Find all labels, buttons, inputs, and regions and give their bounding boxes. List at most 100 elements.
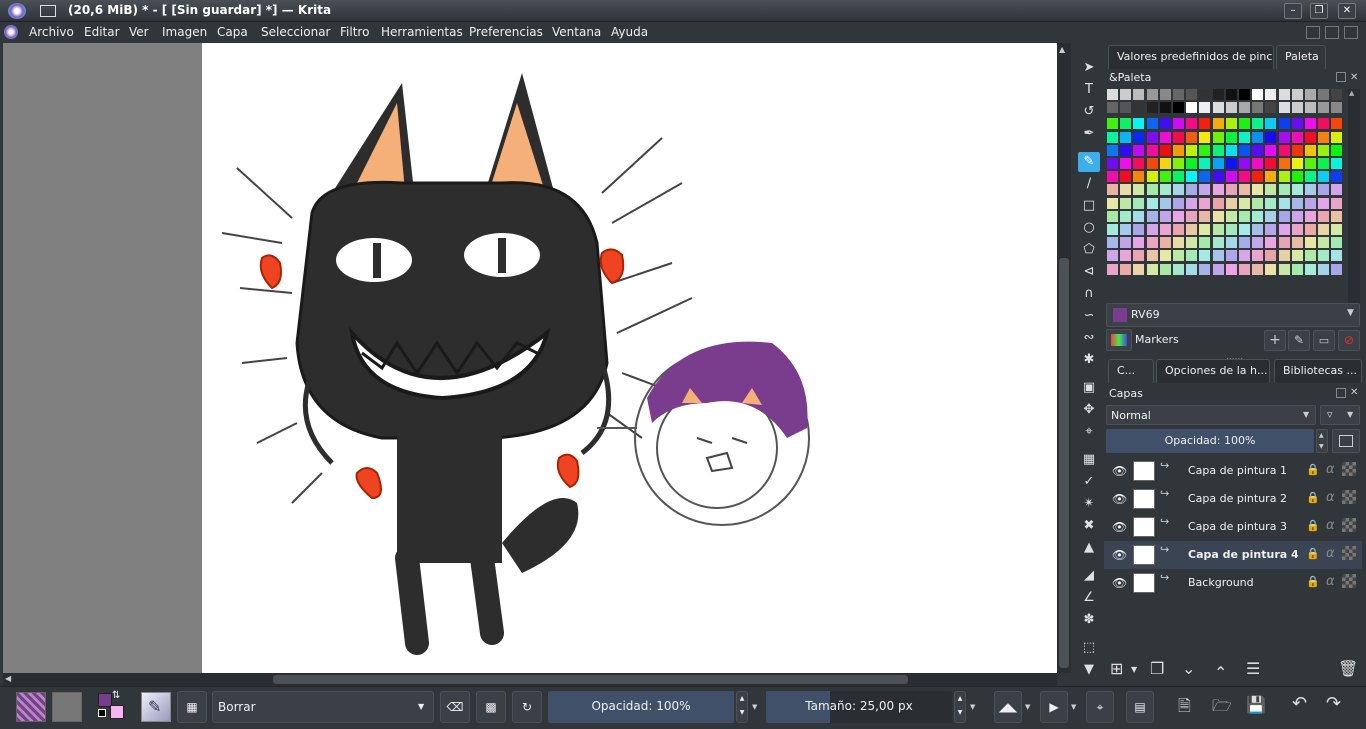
palette-swatch[interactable] — [1212, 171, 1224, 183]
palette-swatch[interactable] — [1305, 184, 1316, 196]
tab-libraries[interactable]: Bibliotecas ... — [1274, 359, 1362, 383]
palette-swatch[interactable] — [1212, 144, 1224, 156]
palette-swatch[interactable] — [1133, 158, 1145, 169]
palette-swatch[interactable] — [1107, 184, 1118, 196]
palette-swatch[interactable] — [1318, 237, 1330, 249]
palette-swatch[interactable] — [1225, 197, 1237, 209]
palette-swatch[interactable] — [1305, 102, 1316, 114]
palette-swatch[interactable] — [1239, 263, 1250, 275]
palette-swatch[interactable] — [1186, 131, 1198, 143]
palette-swatch[interactable] — [1173, 144, 1184, 156]
menu-capa[interactable]: Capa — [217, 25, 248, 39]
palette-swatch[interactable] — [1331, 263, 1343, 275]
palette-swatch[interactable] — [1252, 197, 1264, 209]
workspace-button[interactable]: ▤ — [1126, 691, 1154, 723]
palette-swatch[interactable] — [1173, 263, 1184, 275]
palette-swatch[interactable] — [1265, 237, 1277, 249]
visibility-eye-icon[interactable]: 👁 — [1112, 492, 1127, 506]
palette-swatch[interactable] — [1120, 158, 1132, 169]
add-swatch-button[interactable]: + — [1264, 330, 1286, 351]
palette-swatch[interactable] — [1318, 158, 1330, 169]
palette-swatch[interactable] — [1239, 102, 1250, 114]
palette-swatch[interactable] — [1239, 118, 1250, 130]
palette-swatch[interactable] — [1159, 89, 1171, 100]
delete-layer-icon[interactable]: 🗑 — [1338, 659, 1358, 678]
undo-icon[interactable]: ↶ — [1292, 693, 1307, 714]
scroll-left-arrow-icon[interactable]: ◀ — [5, 674, 11, 683]
palette-swatch[interactable] — [1186, 118, 1198, 130]
palette-swatch[interactable] — [1159, 263, 1171, 275]
palette-swatch[interactable] — [1278, 263, 1290, 275]
palette-swatch[interactable] — [1225, 118, 1237, 130]
inherit-alpha-icon[interactable] — [1342, 546, 1356, 560]
palette-swatch[interactable] — [1120, 131, 1132, 143]
palette-scrollbar[interactable]: ▲ — [1348, 89, 1360, 303]
palette-swatch[interactable] — [1318, 263, 1330, 275]
palette-swatch[interactable] — [1252, 171, 1264, 183]
brush-size-menu-icon[interactable]: ▼ — [970, 703, 975, 711]
palette-swatch[interactable] — [1107, 102, 1118, 114]
horizontal-scrollbar[interactable]: ◀ — [3, 673, 1057, 686]
palette-swatch[interactable] — [1265, 118, 1277, 130]
menu-preferencias[interactable]: Preferencias — [469, 25, 543, 39]
palette-swatch[interactable] — [1225, 102, 1237, 114]
palette-swatch[interactable] — [1318, 131, 1330, 143]
palette-swatch[interactable] — [1265, 89, 1277, 100]
palette-swatch[interactable] — [1291, 263, 1303, 275]
mirror-horizontal-button[interactable]: ◢◣ — [994, 691, 1022, 723]
palette-swatch[interactable] — [1278, 118, 1290, 130]
palette-swatch[interactable] — [1146, 184, 1158, 196]
palette-swatch[interactable] — [1212, 237, 1224, 249]
visibility-eye-icon[interactable]: 👁 — [1112, 576, 1127, 590]
palette-swatch[interactable] — [1186, 158, 1198, 169]
lock-icon[interactable]: 🔒 — [1306, 575, 1320, 588]
palette-swatch[interactable] — [1173, 89, 1184, 100]
preserve-alpha-button[interactable]: ▩ — [476, 691, 506, 723]
palette-swatch[interactable] — [1159, 102, 1171, 114]
palette-swatch[interactable] — [1133, 171, 1145, 183]
palette-swatch[interactable] — [1239, 184, 1250, 196]
palette-swatch[interactable] — [1173, 197, 1184, 209]
palette-swatch[interactable] — [1186, 250, 1198, 262]
layer-opacity-slider[interactable]: Opacidad: 100% — [1106, 429, 1314, 453]
layer-row[interactable]: 👁 ↪ Capa de pintura 2 🔒 α — [1104, 485, 1362, 513]
palette-swatch[interactable] — [1305, 263, 1316, 275]
palette-swatch[interactable] — [1199, 184, 1211, 196]
palette-swatch[interactable] — [1146, 102, 1158, 114]
palette-swatch[interactable] — [1159, 224, 1171, 235]
palette-swatch[interactable] — [1305, 250, 1316, 262]
palette-swatch[interactable] — [1225, 158, 1237, 169]
save-document-icon[interactable]: 💾 — [1246, 695, 1266, 714]
measure-tool-icon[interactable]: ∠ — [1078, 588, 1100, 608]
palette-swatch[interactable] — [1278, 144, 1290, 156]
palette-swatch[interactable] — [1265, 171, 1277, 183]
palette-float-icon[interactable] — [1336, 72, 1346, 82]
palette-swatch[interactable] — [1331, 184, 1343, 196]
palette-swatch[interactable] — [1173, 210, 1184, 222]
palette-swatch[interactable] — [1331, 144, 1343, 156]
palette-swatch[interactable] — [1265, 250, 1277, 262]
alpha-lock-icon[interactable]: α — [1326, 546, 1335, 561]
palette-swatch[interactable] — [1173, 171, 1184, 183]
palette-swatch[interactable] — [1291, 184, 1303, 196]
menu-archivo[interactable]: Archivo — [29, 25, 74, 39]
palette-swatch[interactable] — [1120, 263, 1132, 275]
palette-swatch[interactable] — [1212, 210, 1224, 222]
palette-swatch[interactable] — [1120, 118, 1132, 130]
palette-swatch[interactable] — [1186, 197, 1198, 209]
palette-swatch[interactable] — [1146, 224, 1158, 235]
crop-tool-icon[interactable]: ⌖ — [1078, 422, 1100, 442]
palette-swatch[interactable] — [1159, 210, 1171, 222]
palette-swatch[interactable] — [1305, 197, 1316, 209]
minimize-button[interactable]: – — [1284, 3, 1302, 19]
palette-swatch[interactable] — [1159, 184, 1171, 196]
palette-swatch[interactable] — [1199, 210, 1211, 222]
palette-swatch[interactable] — [1278, 131, 1290, 143]
palette-swatch[interactable] — [1265, 102, 1277, 114]
palette-swatch[interactable] — [1265, 184, 1277, 196]
palette-swatch[interactable] — [1252, 263, 1264, 275]
layer-properties-icon[interactable]: ☰ — [1246, 659, 1260, 678]
lock-icon[interactable]: 🔒 — [1306, 463, 1320, 476]
transform-tool-icon[interactable]: ▣ — [1078, 378, 1100, 398]
palette-swatch[interactable] — [1278, 224, 1290, 235]
